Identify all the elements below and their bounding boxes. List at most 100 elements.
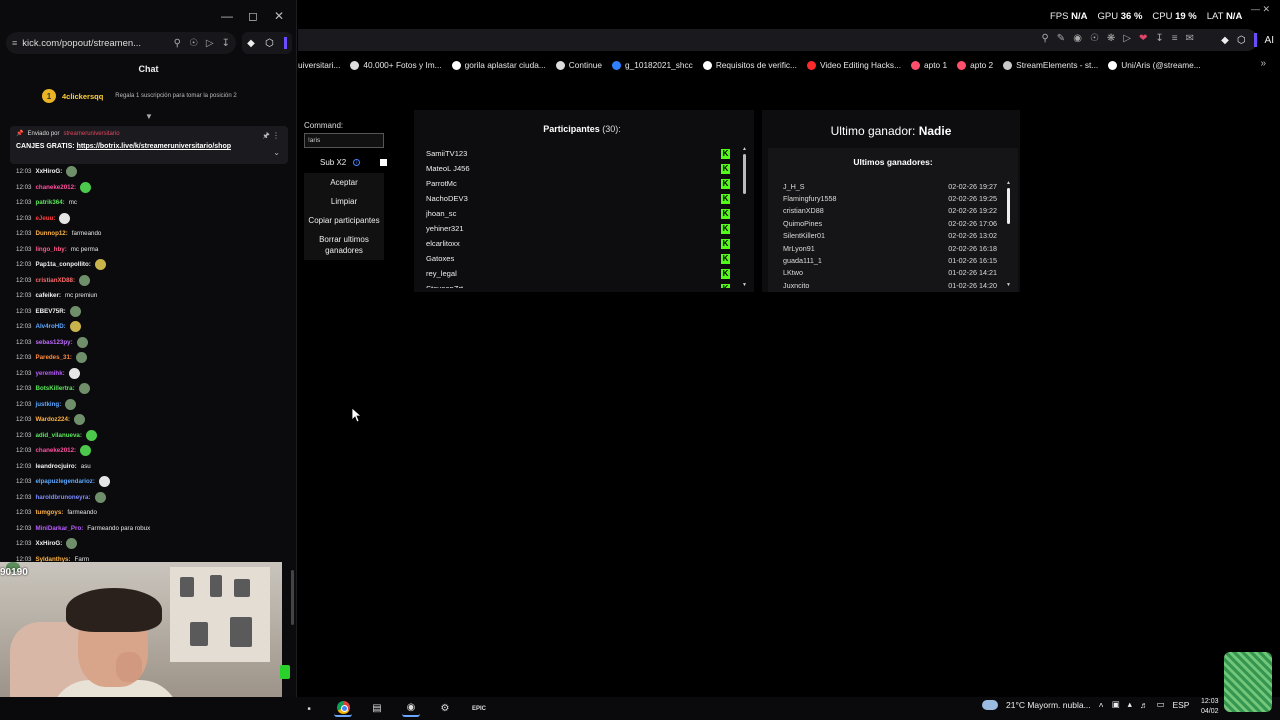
pinned-link[interactable]: https://botrix.live/k/streameruniversita… xyxy=(77,143,231,150)
message-username[interactable]: BotsKillertra: xyxy=(35,385,74,392)
bookmarks-overflow-icon[interactable]: » xyxy=(1260,58,1266,69)
bookmark-item[interactable]: apto 1 xyxy=(911,60,947,70)
message-username[interactable]: sebas123py: xyxy=(35,339,72,346)
chrome-icon[interactable] xyxy=(334,700,352,717)
steam-icon[interactable]: ◉ xyxy=(402,700,420,717)
participant-row[interactable]: Gatoxes K xyxy=(426,251,730,266)
bookmark-item[interactable]: Requisitos de verific... xyxy=(702,60,797,70)
message-username[interactable]: yeremihk: xyxy=(35,370,64,377)
bookmark-item[interactable]: Uni/Aris (@streame... xyxy=(1108,60,1201,70)
scroll-thumb[interactable] xyxy=(743,154,746,194)
pinned-sender[interactable]: streameruniversitario xyxy=(64,131,120,137)
bookmark-partial[interactable]: uiversitari... xyxy=(298,60,340,70)
collapse-chevron-icon[interactable]: ⌄ xyxy=(273,148,280,157)
participant-row[interactable]: SamiiTV123 K xyxy=(426,146,730,161)
participant-row[interactable]: elcarlitoxx K xyxy=(426,236,730,251)
scroll-up-icon[interactable]: ▲ xyxy=(742,146,747,152)
command-input[interactable]: !aris xyxy=(304,133,384,148)
info-icon[interactable]: i xyxy=(353,159,361,166)
message-username[interactable]: eJeuu: xyxy=(35,215,55,222)
bell-icon[interactable]: ✉ xyxy=(1186,33,1194,44)
shield-icon[interactable]: ☉ xyxy=(189,38,198,49)
message-username[interactable]: Dunnop12: xyxy=(35,230,67,237)
language-indicator[interactable]: ESP xyxy=(1172,700,1189,710)
minimize-button[interactable]: — xyxy=(216,5,238,27)
tray-chevron-icon[interactable]: ˄ xyxy=(1099,700,1104,710)
store-icon[interactable]: ▤ xyxy=(368,700,386,717)
accept-button[interactable]: Aceptar xyxy=(304,173,384,192)
message-username[interactable]: Alv4roHD: xyxy=(35,323,65,330)
bookmark-item[interactable]: Video Editing Hacks... xyxy=(806,60,901,70)
popout-url-bar[interactable]: ≡ kick.com/popout/streamen... ⚲ ☉ ▷ ↧ xyxy=(6,32,236,54)
bookmark-item[interactable]: gorila aplastar ciuda... xyxy=(451,60,546,70)
search-icon[interactable]: ⚲ xyxy=(174,38,181,49)
volume-icon[interactable]: ♬ xyxy=(1140,700,1149,710)
bookmark-item[interactable]: Continue xyxy=(555,60,602,70)
shield-icon[interactable]: ☉ xyxy=(1090,33,1099,44)
extension-cube-icon[interactable]: ⬡ xyxy=(1237,35,1246,46)
winners-scrollbar[interactable]: ▲ ▼ xyxy=(1006,180,1012,288)
site-info-icon[interactable]: ≡ xyxy=(12,38,17,48)
weather-cloud-icon[interactable] xyxy=(982,699,998,710)
participant-row[interactable]: NachoDEV3 K xyxy=(426,191,730,206)
message-username[interactable]: elpapuzlegendarioz: xyxy=(35,478,94,485)
maximize-button[interactable]: ◻ xyxy=(242,5,264,27)
clock[interactable]: 12:03 04/02 xyxy=(1201,697,1219,717)
extension-cube-icon[interactable]: ⬡ xyxy=(265,38,274,49)
message-username[interactable]: XxHiroG: xyxy=(35,540,62,547)
clear-button[interactable]: Limpiar xyxy=(304,192,384,211)
message-username[interactable]: Pap1ta_conpollito: xyxy=(35,261,90,268)
participant-row[interactable]: SteveenZrt K xyxy=(426,281,730,288)
message-username[interactable]: adid_vilanueva: xyxy=(35,432,81,439)
top-supporter-banner[interactable]: 1 4clickersqq Regala 1 suscripción para … xyxy=(42,84,286,108)
taskbar-app-icon[interactable]: ■ xyxy=(300,700,318,717)
epic-games-icon[interactable]: EPIC xyxy=(470,700,488,717)
message-username[interactable]: patrik364: xyxy=(35,199,64,206)
green-send-button[interactable] xyxy=(280,665,290,679)
play-icon[interactable]: ▷ xyxy=(1123,33,1131,44)
participant-row[interactable]: ParrotMc K xyxy=(426,176,730,191)
edit-icon[interactable]: ✎ xyxy=(1057,33,1065,44)
chat-scrollbar[interactable] xyxy=(291,570,294,625)
message-username[interactable]: XxHiroG: xyxy=(35,168,62,175)
copy-participants-button[interactable]: Copiar participantes xyxy=(304,211,384,230)
play-icon[interactable]: ▷ xyxy=(206,38,214,49)
message-username[interactable]: cristianXD88: xyxy=(35,277,75,284)
extension-diamond-icon[interactable]: ◆ xyxy=(247,38,255,49)
message-username[interactable]: Paredes_31: xyxy=(35,354,71,361)
tray-app-icon[interactable]: ▣ xyxy=(1112,699,1120,710)
heart-icon[interactable]: ❤ xyxy=(1139,33,1147,44)
participant-row[interactable]: rey_legal K xyxy=(426,266,730,281)
battery-icon[interactable]: ▭ xyxy=(1156,699,1164,710)
message-username[interactable]: EBEV75R: xyxy=(35,308,65,315)
message-username[interactable]: lingo_hby: xyxy=(35,246,66,253)
extension-diamond-icon[interactable]: ◆ xyxy=(1221,35,1229,46)
search-icon[interactable]: ⚲ xyxy=(1041,33,1048,44)
sub-x2-toggle[interactable]: Sub X2 i xyxy=(304,155,394,170)
weather-text[interactable]: 21°C Mayorm. nubla... xyxy=(1006,700,1091,710)
sub-x2-checkbox[interactable] xyxy=(380,159,388,166)
browser-window-controls[interactable]: — ✕ xyxy=(1251,4,1270,15)
expand-chevron-icon[interactable]: ▼ xyxy=(145,112,153,121)
download-icon[interactable]: ↧ xyxy=(222,38,230,49)
extension-icon[interactable]: ❋ xyxy=(1107,33,1115,44)
message-username[interactable]: cafeiker: xyxy=(35,292,60,299)
message-username[interactable]: leandrocjuiro: xyxy=(35,463,76,470)
settings-icon[interactable]: ⚙ xyxy=(436,700,454,717)
participants-scrollbar[interactable]: ▲ ▼ xyxy=(742,146,748,288)
scroll-up-icon[interactable]: ▲ xyxy=(1006,180,1011,186)
participant-row[interactable]: jhoan_sc K xyxy=(426,206,730,221)
pin-actions-icon[interactable]: 🖈 ⋮ xyxy=(262,130,280,144)
scroll-down-icon[interactable]: ▼ xyxy=(742,282,747,288)
menu-icon[interactable]: ≡ xyxy=(1172,33,1178,44)
wifi-icon[interactable]: ▴ xyxy=(1128,699,1132,710)
delete-winners-button[interactable]: Borrar ultimos ganadores xyxy=(304,230,384,260)
participant-row[interactable]: yehiner321 K xyxy=(426,221,730,236)
message-username[interactable]: chaneke2012: xyxy=(35,184,76,191)
download-icon[interactable]: ↧ xyxy=(1155,33,1163,44)
message-username[interactable]: MiniDarkar_Pro: xyxy=(35,525,83,532)
scroll-down-icon[interactable]: ▼ xyxy=(1006,282,1011,288)
participant-row[interactable]: MateoL J456 K xyxy=(426,161,730,176)
bookmark-item[interactable]: 40.000+ Fotos y Im... xyxy=(350,60,442,70)
bookmark-item[interactable]: StreamElements - st... xyxy=(1003,60,1098,70)
